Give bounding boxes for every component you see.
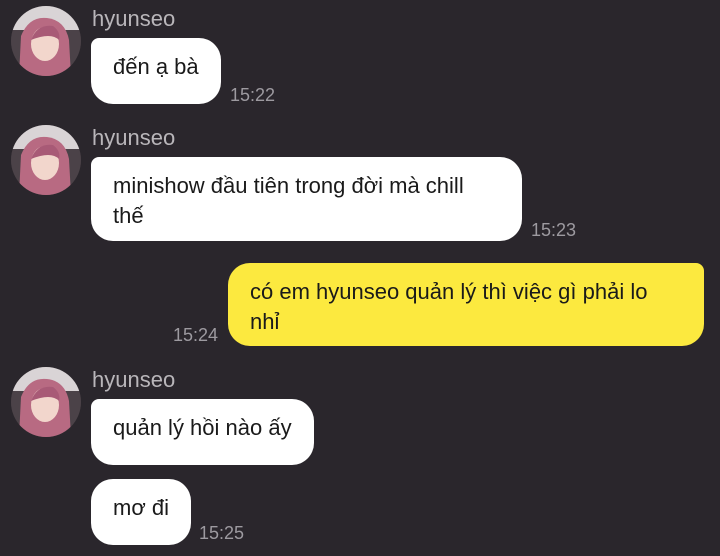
message-timestamp: 15:23 (531, 220, 577, 240)
message-text: có em hyunseo quản lý thì việc gì phải l… (250, 279, 648, 334)
sender-name: hyunseo (92, 367, 176, 392)
message-text: minishow đầu tiên trong đời mà chill thế (113, 173, 464, 228)
incoming-message-bubble[interactable]: minishow đầu tiên trong đời mà chill thế (91, 157, 522, 241)
message-text: mơ đi (113, 495, 169, 520)
avatar[interactable] (11, 125, 81, 195)
sender-name: hyunseo (92, 125, 176, 150)
message-timestamp: 15:22 (230, 85, 276, 105)
incoming-message-bubble[interactable]: quản lý hồi nào ấy (91, 399, 314, 465)
message-text: quản lý hồi nào ấy (113, 415, 292, 440)
avatar[interactable] (11, 6, 81, 76)
message-text: đến ạ bà (113, 54, 199, 79)
profile-photo-icon (11, 6, 81, 76)
profile-photo-icon (11, 125, 81, 195)
message-timestamp: 15:25 (199, 523, 245, 543)
incoming-message-bubble[interactable]: đến ạ bà (91, 38, 221, 104)
message-timestamp: 15:24 (173, 325, 219, 345)
outgoing-message-bubble[interactable]: có em hyunseo quản lý thì việc gì phải l… (228, 263, 704, 346)
incoming-message-bubble[interactable]: mơ đi (91, 479, 191, 545)
avatar[interactable] (11, 367, 81, 437)
sender-name: hyunseo (92, 6, 176, 31)
profile-photo-icon (11, 367, 81, 437)
